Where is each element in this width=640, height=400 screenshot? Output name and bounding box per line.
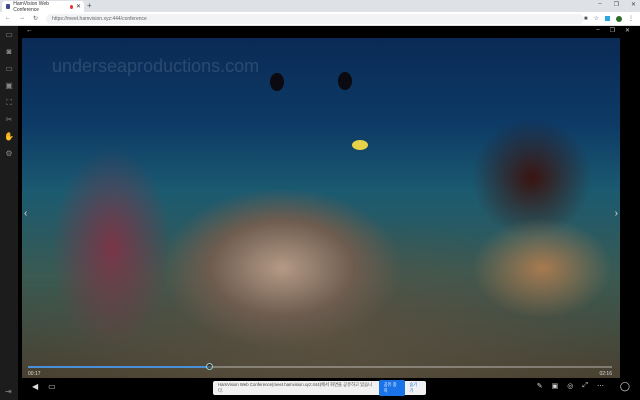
current-time: 00:17 [28, 371, 41, 377]
browser-tab[interactable]: HamVision Web Conference ✕ [2, 0, 84, 13]
bookmark-star-icon[interactable]: ☆ [594, 15, 599, 22]
app-minimize-button[interactable]: – [596, 27, 599, 34]
close-tab-icon[interactable]: ✕ [76, 3, 81, 10]
app-maximize-button[interactable]: ❐ [610, 27, 615, 34]
share-message: HamVision Web Conference(meet.hamvision.… [218, 382, 373, 393]
more-icon[interactable]: ⋯ [597, 382, 604, 390]
progress-thumb[interactable] [206, 363, 214, 370]
settings-icon[interactable]: ⚙ [5, 149, 12, 158]
forward-icon[interactable]: → [19, 15, 25, 22]
next-arrow-icon[interactable]: › [615, 208, 618, 219]
hand-icon[interactable]: ✋ [4, 132, 14, 141]
watermark: underseaproductions.com [52, 56, 260, 76]
reload-icon[interactable]: ↻ [33, 15, 38, 22]
folder-icon[interactable]: ▭ [5, 30, 13, 39]
exit-icon[interactable]: ⇥ [5, 387, 12, 396]
minimize-button[interactable]: – [598, 1, 601, 8]
yellow-fish [352, 140, 368, 150]
maximize-button[interactable]: ❐ [614, 1, 619, 8]
app-header: ← – ❐ ✕ [18, 26, 640, 38]
prev-arrow-icon[interactable]: ‹ [24, 208, 27, 219]
shared-video[interactable]: underseaproductions.com ‹ › [22, 38, 620, 378]
camera-indicator-icon[interactable]: ■ [584, 16, 588, 22]
stop-sharing-button[interactable]: 공유 중지 [378, 380, 406, 396]
back-icon[interactable]: ← [5, 15, 11, 22]
recording-icon [69, 4, 73, 9]
url-input[interactable]: https://meet.hamvision.xyz:444/conferenc… [46, 13, 584, 24]
new-tab-button[interactable]: + [87, 1, 92, 10]
sidebar: ▭ ◙ ▭ ▣ ⛶ ✂ ✋ ⚙ ⇥ [0, 26, 18, 400]
expand-icon[interactable]: ⤢ [582, 382, 588, 390]
progress-bar[interactable] [28, 363, 612, 370]
shuffle-icon[interactable]: ✂ [6, 115, 13, 124]
profile-avatar[interactable] [616, 15, 622, 22]
folder-open-icon[interactable]: ▭ [5, 64, 13, 73]
app-close-button[interactable]: ✕ [625, 27, 630, 34]
monitor-icon[interactable]: ▣ [5, 81, 13, 90]
address-bar: ← → ↻ https://meet.hamvision.xyz:444/con… [0, 12, 640, 26]
record-icon[interactable]: ◎ [567, 382, 573, 390]
screen-share-bar: HamVision Web Conference(meet.hamvision.… [213, 380, 426, 396]
duration: 02:16 [599, 371, 612, 377]
progress-fill [28, 366, 210, 368]
browser-tab-bar: HamVision Web Conference ✕ + – ❐ ✕ [0, 0, 640, 13]
chat-icon[interactable]: ◯ [620, 381, 630, 392]
menu-icon[interactable]: ⋮ [628, 15, 634, 22]
pen-icon[interactable]: ✎ [537, 382, 543, 390]
camera-icon[interactable]: ◙ [7, 47, 12, 56]
screen-icon[interactable]: ▣ [552, 382, 559, 390]
fish [270, 73, 284, 91]
caption-icon[interactable]: ▭ [48, 382, 56, 391]
close-window-button[interactable]: ✕ [631, 1, 636, 8]
volume-icon[interactable]: ◀︎ [32, 382, 38, 391]
back-arrow-icon[interactable]: ← [26, 27, 33, 34]
tab-title: HamVision Web Conference [13, 0, 49, 13]
fullscreen-icon[interactable]: ⛶ [6, 98, 12, 107]
url-text: https://meet.hamvision.xyz:444/conferenc… [52, 15, 147, 22]
favicon-icon [6, 4, 11, 9]
fish [338, 72, 352, 90]
extension-icon[interactable] [605, 16, 610, 21]
hide-button[interactable]: 숨기기 [409, 382, 421, 394]
